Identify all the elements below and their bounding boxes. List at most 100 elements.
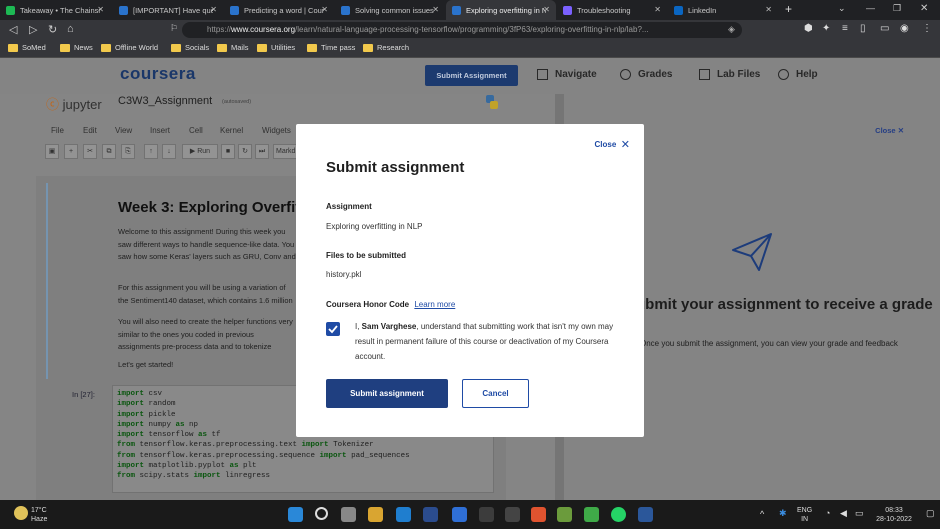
learn-more-link[interactable]: Learn more — [414, 300, 455, 309]
minimize-button[interactable]: — — [866, 3, 875, 13]
folder-icon — [8, 43, 18, 52]
search-icon[interactable] — [315, 507, 328, 520]
weather-widget[interactable]: 17°C Haze — [31, 506, 47, 524]
weather-condition: Haze — [31, 516, 48, 523]
close-icon: ✕ — [620, 139, 630, 151]
bookmark-item[interactable]: News — [60, 43, 93, 52]
app-icon[interactable] — [479, 507, 494, 522]
honor-code-statement: I, Sam Varghese, understand that submitt… — [355, 319, 625, 364]
region: IN — [801, 516, 809, 523]
powershell-icon[interactable] — [505, 507, 520, 522]
submit-assignment-dialog: Close ✕ Submit assignment Assignment Exp… — [296, 124, 644, 437]
browser-tab[interactable]: Exploring overfitting in NLP✕ — [446, 0, 556, 20]
submit-assignment-button[interactable]: Submit assignment — [326, 379, 448, 408]
battery-icon[interactable]: ▭ — [855, 509, 864, 518]
file-explorer-icon[interactable] — [368, 507, 383, 522]
wifi-icon[interactable]: ◔ — [825, 509, 830, 518]
restore-button[interactable]: ❐ — [893, 3, 901, 14]
bookmark-item[interactable]: Time pass — [307, 43, 355, 52]
bluetooth-icon[interactable]: ✱ — [779, 509, 787, 518]
bookmark-label: Offline World — [115, 43, 159, 52]
close-tab-icon[interactable]: ✕ — [765, 5, 772, 14]
bookmark-label: News — [74, 43, 93, 52]
browser-tab[interactable]: Troubleshooting ✕ — [557, 0, 667, 20]
back-icon[interactable]: ◁ — [9, 23, 17, 36]
bookmark-label: Time pass — [321, 43, 356, 52]
sidebar-icon[interactable]: ▯ — [860, 23, 866, 34]
brave-shield-icon[interactable]: ◈ — [728, 24, 735, 35]
weather-icon[interactable] — [14, 506, 28, 520]
browser-tab[interactable]: Predicting a word | Coursera✕ — [224, 0, 334, 20]
tab-label: [IMPORTANT] Have questions — [133, 5, 213, 15]
url-bar[interactable]: https://www.coursera.org/learn/natural-l… — [182, 22, 742, 38]
browser-tab[interactable]: Takeaway • The Chainsmokers✕ — [0, 0, 110, 20]
language: ENG — [797, 507, 813, 514]
terminal-icon[interactable] — [423, 507, 438, 522]
home-icon[interactable]: ⌂ — [67, 23, 74, 35]
more-menu-icon[interactable]: ⋮ — [922, 23, 932, 34]
tab-search-icon[interactable]: ⌄ — [838, 3, 846, 14]
bookmark-item[interactable]: Research — [363, 43, 409, 52]
bookmark-item[interactable]: Utilities — [257, 43, 295, 52]
url-domain: www.coursera.org — [231, 25, 296, 34]
menu-list-icon[interactable]: ≡ — [842, 23, 848, 34]
bookmark-item[interactable]: Offline World — [101, 43, 158, 52]
assignment-label: Assignment — [326, 202, 372, 211]
windows-start-icon[interactable] — [288, 507, 303, 522]
volume-icon[interactable]: ◀ — [840, 509, 847, 518]
windows-taskbar: 17°C Haze ^ ✱ ENG IN ◔ ◀ ▭ 08:33 28-10-2022… — [0, 500, 940, 529]
folder-icon — [363, 43, 373, 52]
vscode-icon[interactable] — [396, 507, 411, 522]
word-icon[interactable] — [638, 507, 653, 522]
node-icon[interactable] — [584, 507, 599, 522]
bookmark-item[interactable]: Socials — [171, 43, 209, 52]
files-label: Files to be submitted — [326, 251, 407, 260]
teams-icon[interactable] — [452, 507, 467, 522]
language-indicator[interactable]: ENG IN — [797, 506, 812, 524]
bookmark-label: Research — [377, 43, 410, 52]
task-view-icon[interactable] — [341, 507, 356, 522]
close-tab-icon[interactable]: ✕ — [432, 5, 439, 14]
tab-label: Takeaway • The Chainsmokers — [20, 5, 100, 15]
browser-tab[interactable]: [IMPORTANT] Have questions✕ — [113, 0, 223, 20]
extensions-icon[interactable]: ⬢ — [804, 23, 813, 34]
close-window-button[interactable]: ✕ — [920, 3, 928, 14]
whatsapp-icon[interactable] — [611, 507, 626, 522]
browser-tab[interactable]: Solving common issues with✕ — [335, 0, 445, 20]
wallet-icon[interactable]: ▭ — [880, 23, 889, 34]
tab-label: Troubleshooting — [577, 5, 631, 15]
reload-icon[interactable]: ↻ — [48, 23, 57, 36]
bookmark-item[interactable]: SoMed — [8, 43, 46, 52]
brave-browser-icon[interactable] — [531, 507, 546, 522]
browser-tab[interactable]: LinkedIn ✕ — [668, 0, 778, 20]
tab-label: LinkedIn — [688, 5, 717, 15]
close-tab-icon[interactable]: ✕ — [210, 5, 217, 14]
bookmark-item[interactable]: Mails — [217, 43, 249, 52]
tray-overflow-icon[interactable]: ^ — [760, 510, 764, 519]
tab-favicon-icon — [6, 5, 15, 15]
dialog-close-button[interactable]: Close ✕ — [595, 138, 630, 151]
tab-label: Exploring overfitting in NLP — [466, 5, 546, 15]
clock[interactable]: 08:33 28-10-2022 — [870, 506, 918, 524]
honor-code-checkbox[interactable] — [326, 322, 340, 336]
profile-icon[interactable]: ◉ — [900, 23, 909, 34]
bookmark-icon[interactable]: ⚐ — [170, 23, 178, 34]
minecraft-icon[interactable] — [557, 507, 572, 522]
close-tab-icon[interactable]: ✕ — [654, 5, 661, 14]
close-tab-icon[interactable]: ✕ — [97, 5, 104, 14]
honor-prefix: I, — [355, 322, 362, 331]
honor-code-label: Coursera Honor Code Learn more — [326, 300, 455, 309]
forward-icon[interactable]: ▷ — [29, 23, 37, 36]
new-tab-button[interactable]: + — [785, 2, 792, 16]
time: 08:33 — [885, 507, 903, 514]
cancel-button[interactable]: Cancel — [462, 379, 529, 408]
puzzle-icon[interactable]: ✦ — [822, 23, 830, 34]
notification-icon[interactable]: ▢ — [926, 509, 935, 518]
close-tab-icon[interactable]: ✕ — [543, 5, 550, 14]
close-tab-icon[interactable]: ✕ — [321, 5, 328, 14]
dialog-close-label: Close — [594, 140, 617, 149]
tab-favicon-icon — [674, 5, 683, 15]
bookmark-label: Mails — [231, 43, 249, 52]
folder-icon — [60, 43, 70, 52]
url-path: /learn/natural-language-processing-tenso… — [295, 25, 649, 34]
